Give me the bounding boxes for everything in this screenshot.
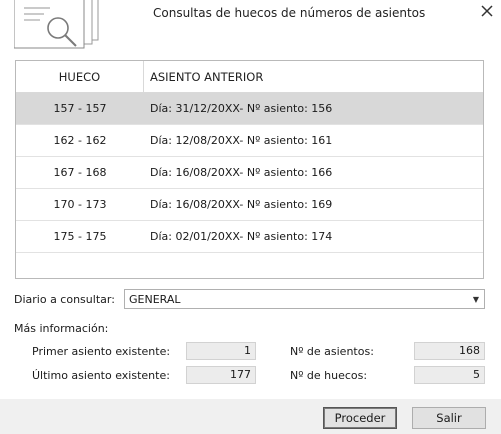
table-header: HUECO ASIENTO ANTERIOR <box>16 61 483 93</box>
cell-asiento-anterior: Día: 16/08/20XX- Nº asiento: 169 <box>150 198 333 211</box>
table-row[interactable]: 157 - 157 Día: 31/12/20XX- Nº asiento: 1… <box>16 93 483 125</box>
num-huecos-field: 5 <box>414 366 485 384</box>
table-row[interactable]: 162 - 162 Día: 12/08/20XX- Nº asiento: 1… <box>16 125 483 157</box>
ultimo-asiento-label: Último asiento existente: <box>32 369 170 382</box>
primer-asiento-field: 1 <box>186 342 256 360</box>
diario-label: Diario a consultar: <box>14 293 115 306</box>
num-asientos-label: Nº de asientos: <box>290 345 374 358</box>
cell-asiento-anterior: Día: 31/12/20XX- Nº asiento: 156 <box>150 102 333 115</box>
document-search-icon <box>13 0 100 50</box>
close-icon[interactable] <box>481 5 493 17</box>
table-row[interactable]: 170 - 173 Día: 16/08/20XX- Nº asiento: 1… <box>16 189 483 221</box>
cell-hueco: 170 - 173 <box>53 198 107 211</box>
huecos-table: HUECO ASIENTO ANTERIOR 157 - 157 Día: 31… <box>15 60 484 279</box>
cell-asiento-anterior: Día: 02/01/20XX- Nº asiento: 174 <box>150 230 333 243</box>
cell-hueco: 175 - 175 <box>53 230 107 243</box>
table-row[interactable]: 175 - 175 Día: 02/01/20XX- Nº asiento: 1… <box>16 221 483 253</box>
cell-asiento-anterior: Día: 12/08/20XX- Nº asiento: 161 <box>150 134 333 147</box>
salir-button[interactable]: Salir <box>412 407 486 429</box>
num-huecos-label: Nº de huecos: <box>290 369 368 382</box>
num-asientos-field: 168 <box>414 342 485 360</box>
column-header-hueco[interactable]: HUECO <box>16 61 144 92</box>
cell-hueco: 162 - 162 <box>53 134 107 147</box>
diario-value: GENERAL <box>129 292 181 306</box>
diario-select[interactable]: GENERAL ▼ <box>124 289 485 309</box>
primer-asiento-label: Primer asiento existente: <box>32 345 171 358</box>
proceder-button[interactable]: Proceder <box>323 407 397 429</box>
ultimo-asiento-field: 177 <box>186 366 256 384</box>
cell-hueco: 157 - 157 <box>53 102 107 115</box>
cell-asiento-anterior: Día: 16/08/20XX- Nº asiento: 166 <box>150 166 333 179</box>
chevron-down-icon[interactable]: ▼ <box>473 295 479 304</box>
cell-hueco: 167 - 168 <box>53 166 107 179</box>
table-row[interactable]: 167 - 168 Día: 16/08/20XX- Nº asiento: 1… <box>16 157 483 189</box>
dialog-title: Consultas de huecos de números de asient… <box>153 6 426 20</box>
mas-informacion-heading: Más información: <box>14 322 109 335</box>
close-button[interactable] <box>477 0 497 22</box>
footer-bar: Proceder Salir <box>0 399 501 434</box>
column-header-asiento-anterior[interactable]: ASIENTO ANTERIOR <box>144 61 263 92</box>
